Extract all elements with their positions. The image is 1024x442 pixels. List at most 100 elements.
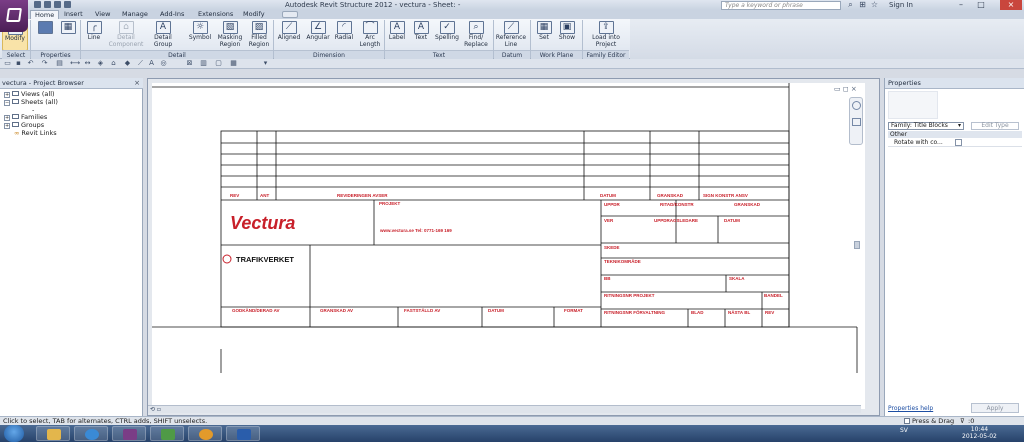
view-window-controls[interactable]: ▭ ◻ × — [834, 85, 857, 93]
binoculars-icon[interactable]: ⌕ — [846, 1, 855, 9]
aligned-button[interactable]: ⟋ Aligned — [275, 19, 303, 51]
switch-windows-icon[interactable]: ◎ — [160, 60, 167, 67]
dimension-icon[interactable]: ↔ — [84, 60, 91, 67]
group-label-datum[interactable]: Datum — [494, 50, 530, 59]
subscription-icon[interactable]: ⊞ — [858, 1, 867, 9]
tab-extensions[interactable]: Extensions — [198, 10, 233, 19]
edit-type-button[interactable]: Edit Type — [971, 122, 1019, 130]
tile-icon[interactable]: ▥ — [200, 60, 207, 67]
group-label-text[interactable]: Text — [385, 50, 493, 59]
taskbar-word[interactable] — [226, 426, 260, 441]
group-label-select[interactable]: Select — [2, 50, 30, 59]
taskbar-ie[interactable] — [74, 426, 108, 441]
label-button[interactable]: A Label — [386, 19, 408, 51]
undo-icon[interactable]: ↶ — [27, 60, 34, 67]
navigation-bar[interactable] — [849, 97, 863, 145]
tab-manage[interactable]: Manage — [122, 10, 148, 19]
arc-length-button[interactable]: ⌒ Arc Length — [357, 19, 383, 51]
tree-item-revit-links[interactable]: ∞ Revit Links — [14, 129, 57, 137]
minimize-button[interactable]: – — [952, 0, 970, 10]
star-icon[interactable]: ☆ — [870, 1, 879, 9]
expand-icon[interactable]: + — [4, 123, 10, 129]
ribbon-options-toggle[interactable] — [282, 11, 298, 18]
detail-component-button[interactable]: ⌂ Detail Component — [106, 19, 146, 51]
apply-button[interactable]: Apply — [971, 403, 1019, 413]
undo-icon[interactable] — [54, 1, 61, 8]
tab-add-ins[interactable]: Add-Ins — [160, 10, 184, 19]
window-icon[interactable]: ▢ — [215, 60, 222, 67]
reference-line-button[interactable]: ⟋ Reference Line — [495, 19, 527, 51]
group-label-family-editor[interactable]: Family Editor — [583, 50, 629, 59]
taskbar-project[interactable] — [150, 426, 184, 441]
tab-home[interactable]: Home — [30, 10, 60, 19]
properties-help-link[interactable]: Properties help — [888, 405, 933, 412]
redo-icon[interactable] — [64, 1, 71, 8]
print-icon[interactable]: ▤ — [56, 60, 63, 67]
close-icon[interactable]: × — [134, 78, 140, 89]
customize-icon[interactable]: ▦ — [230, 60, 237, 67]
show-button[interactable]: ▣ Show — [556, 19, 578, 51]
type-properties-button[interactable] — [33, 19, 57, 51]
sheet-canvas[interactable]: REV ANT REVIDERINGEN AVSER DATUM GRANSKA… — [152, 83, 865, 410]
chevron-down-icon[interactable]: ▾ — [262, 60, 269, 67]
text-button[interactable]: A Text — [410, 19, 432, 51]
close-button[interactable]: × — [1000, 0, 1022, 10]
masking-region-button[interactable]: ▧ Masking Region — [215, 19, 245, 51]
sign-in-link[interactable]: Sign In — [889, 1, 913, 9]
radial-button[interactable]: ◜ Radial — [332, 19, 356, 51]
open-icon[interactable]: ▭ — [4, 60, 11, 67]
find-replace-button[interactable]: ⌕ Find/ Replace — [462, 19, 490, 51]
taskbar-revit[interactable] — [112, 426, 146, 441]
tag-icon[interactable]: ◈ — [97, 60, 104, 67]
filled-region-button[interactable]: ▨ Filled Region — [246, 19, 272, 51]
tab-insert[interactable]: Insert — [64, 10, 83, 19]
drawing-area[interactable]: REV ANT REVIDERINGEN AVSER DATUM GRANSKA… — [147, 78, 880, 416]
field-datum2: DATUM — [488, 308, 504, 313]
tree-item-sheets[interactable]: − Sheets (all) — [4, 98, 58, 106]
detail-group-button[interactable]: A Detail Group — [148, 19, 178, 51]
tree-item-groups[interactable]: + Groups — [4, 121, 44, 129]
group-label-work-plane[interactable]: Work Plane — [531, 50, 582, 59]
measure-icon[interactable]: ⟷ — [70, 60, 80, 67]
tab-modify[interactable]: Modify — [243, 10, 265, 19]
steering-wheel-icon[interactable] — [851, 101, 861, 110]
press-drag-checkbox[interactable] — [904, 418, 910, 424]
line-button[interactable]: ╭ Line — [83, 19, 105, 51]
tab-view[interactable]: View — [95, 10, 110, 19]
search-input[interactable]: Type a keyword or phrase — [721, 1, 841, 10]
symbol-button[interactable]: ☼ Symbol — [186, 19, 214, 51]
language-indicator[interactable]: SV — [900, 427, 908, 434]
text-tool-icon[interactable]: A — [148, 60, 155, 67]
close-hidden-icon[interactable]: ⊠ — [186, 60, 193, 67]
angular-button[interactable]: ∠ Angular — [304, 19, 332, 51]
start-button[interactable] — [4, 425, 24, 442]
collapse-icon[interactable]: − — [4, 100, 10, 106]
save-icon[interactable]: ▪ — [15, 60, 22, 67]
redo-icon[interactable]: ↷ — [41, 60, 48, 67]
tree-item-views[interactable]: + Views (all) — [4, 90, 55, 98]
3d-view-icon[interactable]: ⌂ — [110, 60, 117, 67]
save-icon[interactable] — [44, 1, 51, 8]
group-label-properties[interactable]: Properties — [31, 50, 80, 59]
taskbar-explorer[interactable] — [36, 426, 70, 441]
clock[interactable]: 10:44 2012-05-02 — [962, 426, 997, 440]
load-into-project-button[interactable]: ⇪ Load into Project — [585, 19, 627, 51]
properties-section-other[interactable]: Other — [888, 131, 1022, 138]
application-menu-button[interactable] — [0, 0, 28, 32]
maximize-button[interactable]: □ — [972, 0, 990, 10]
set-button[interactable]: ▦ Set — [533, 19, 555, 51]
family-type-selector[interactable]: Family: Title Blocks ▾ — [888, 122, 964, 130]
tree-item-families[interactable]: + Families — [4, 113, 47, 121]
section-icon[interactable]: ◆ — [124, 60, 131, 67]
spelling-button[interactable]: ✓ Spelling — [433, 19, 461, 51]
group-label-detail[interactable]: Detail — [81, 50, 273, 59]
family-types-button[interactable]: ▦ — [58, 19, 78, 51]
thin-lines-icon[interactable]: ⟋ — [137, 60, 144, 67]
taskbar-outlook[interactable] — [188, 426, 222, 441]
vertical-scrollbar[interactable] — [854, 241, 860, 249]
rotate-checkbox[interactable] — [955, 139, 962, 146]
open-icon[interactable] — [34, 1, 41, 8]
view-control-icon[interactable]: ⟲ ▫ — [150, 406, 161, 413]
zoom-icon[interactable] — [851, 118, 861, 126]
group-label-dimension[interactable]: Dimension — [274, 50, 384, 59]
